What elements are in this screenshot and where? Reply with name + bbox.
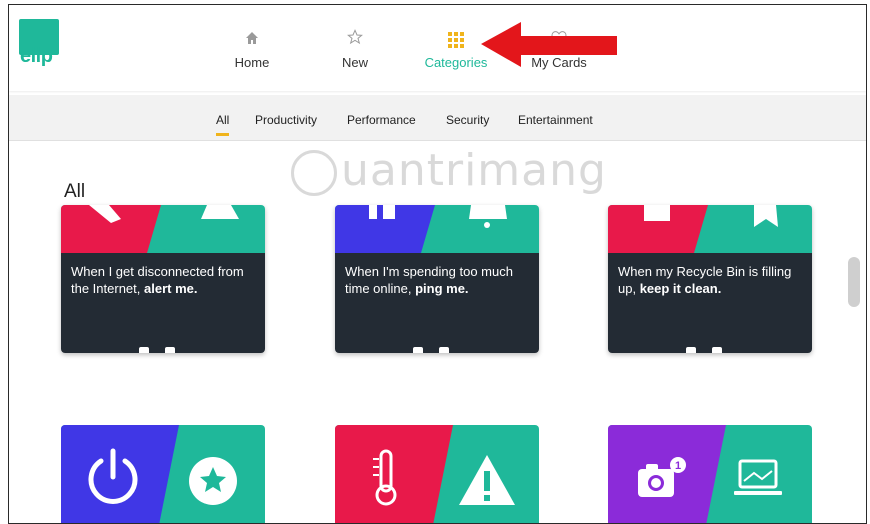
card-description: When my Recycle Bin is filling up, keep …: [608, 253, 812, 353]
card-description: When I get disconnected from the Interne…: [61, 253, 265, 353]
nav-new[interactable]: New: [310, 27, 400, 70]
star-icon: [310, 27, 400, 51]
star-badge-icon: [189, 457, 237, 505]
card-temperature-warning[interactable]: [335, 425, 539, 523]
card-art: [335, 205, 539, 253]
filter-productivity[interactable]: Productivity: [255, 113, 317, 127]
card-power-favorite[interactable]: [61, 425, 265, 523]
card-internet-disconnect[interactable]: When I get disconnected from the Interne…: [61, 205, 265, 353]
card-recycle-bin[interactable]: When my Recycle Bin is filling up, keep …: [608, 205, 812, 353]
card-time-online[interactable]: When I'm spending too much time online, …: [335, 205, 539, 353]
red-pointer-arrow-icon: [481, 22, 617, 67]
svg-text:1: 1: [675, 460, 681, 472]
nav-home[interactable]: Home: [207, 27, 297, 70]
filter-all[interactable]: All: [216, 113, 230, 136]
filter-security[interactable]: Security: [446, 113, 489, 127]
watermark-logo: uantrimang: [291, 145, 607, 196]
card-description: When I'm spending too much time online, …: [335, 253, 539, 353]
filter-entertainment[interactable]: Entertainment: [518, 113, 593, 127]
category-filter-bar: All Productivity Performance Security En…: [9, 95, 866, 141]
card-art: [61, 205, 265, 253]
app-window: ellp Home New Categories My Cards All Pr…: [8, 4, 867, 524]
home-icon: [207, 27, 297, 51]
vertical-scrollbar[interactable]: [848, 257, 860, 307]
section-title: All: [64, 181, 86, 202]
top-navigation-bar: ellp Home New Categories My Cards: [9, 5, 866, 91]
card-art: [608, 205, 812, 253]
filter-performance[interactable]: Performance: [347, 113, 416, 127]
card-camera-laptop[interactable]: 1: [608, 425, 812, 523]
main-nav: Home New Categories My Cards: [9, 27, 866, 87]
